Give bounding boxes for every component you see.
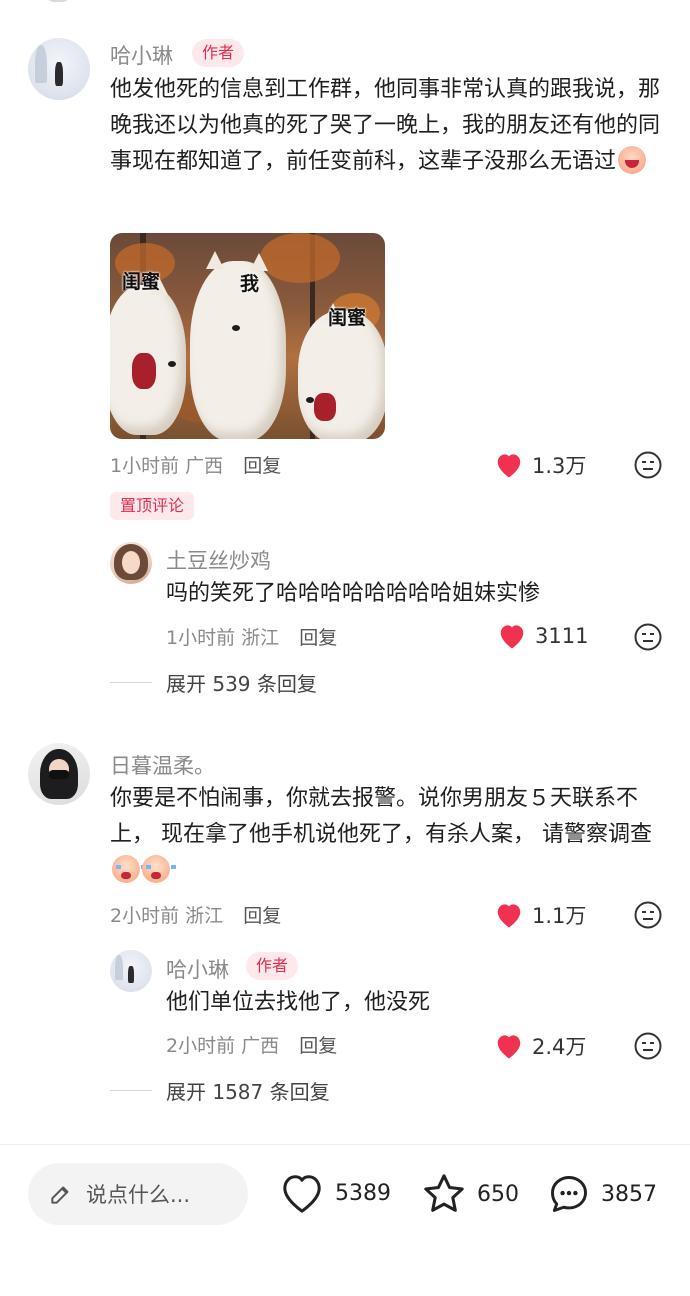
like-count: 1.3万 [532,454,587,478]
comment-meta: 1小时前 广西 回复 [110,451,281,478]
author-badge: 作者 [192,39,245,67]
divider-line [110,682,152,683]
like-post-button[interactable]: 5389 [279,1172,391,1214]
heart-filled-icon [494,451,524,479]
like-button[interactable]: 1.3万 [494,450,586,480]
wolf-middle [190,261,286,439]
bottom-action-bar: 说点什么... 5389 650 3857 [0,1145,690,1296]
favorite-count: 650 [477,1181,519,1207]
pinned-comment-badge: 置顶评论 [110,492,195,520]
reply-location: 浙江 [241,627,280,649]
reply-time: 2小时前 [166,1035,236,1057]
reply-text: 他们单位去找他了，他没死 [166,990,431,1015]
heart-filled-icon [494,901,524,929]
comment-input[interactable]: 说点什么... [28,1163,248,1225]
like-count: 1.1万 [532,904,587,928]
comments-button[interactable]: 3857 [547,1172,657,1216]
like-count: 2.4万 [532,1035,587,1059]
laughing-emoji-icon [618,146,647,174]
author-badge: 作者 [246,952,299,980]
expand-replies-button[interactable]: 展开 1587 条回复 [110,1076,330,1105]
avatar[interactable] [28,743,90,805]
comment-text: 他发他死的信息到工作群，他同事非常认真的跟我说，那晚我还以为他真的死了哭了一晚上… [110,77,661,174]
like-button[interactable]: 2.4万 [494,1031,586,1061]
comment-meta: 2小时前 浙江 回复 [110,901,281,928]
reply-meta: 1小时前 浙江 回复 [166,623,337,650]
reply-button[interactable]: 回复 [299,1035,337,1057]
meme-label: 我 [240,273,260,295]
divider-line [110,1090,152,1091]
more-face-icon[interactable] [633,450,663,480]
reply-button[interactable]: 回复 [243,455,281,477]
more-face-icon[interactable] [633,1031,663,1061]
heart-outline-icon [283,1175,321,1213]
pencil-icon [51,1186,69,1204]
comment-text: 你要是不怕闹事，你就去报警。说你男朋友５天联系不上， 现在拿了他手机说他死了，有… [110,781,666,889]
crying-emoji-icon [142,855,176,883]
like-button[interactable]: 1.1万 [494,900,586,930]
expand-replies-label: 展开 1587 条回复 [166,1080,330,1104]
comment-location: 广西 [185,455,224,477]
wolf-right [298,311,385,439]
more-face-icon[interactable] [633,900,663,930]
crying-emoji-icon [112,855,146,883]
reply-username[interactable]: 哈小琳 [166,954,229,984]
comment-input-placeholder: 说点什么... [86,1183,191,1207]
more-face-icon[interactable] [633,622,663,652]
avatar[interactable] [110,950,152,992]
heart-filled-icon [497,622,527,650]
expand-replies-button[interactable]: 展开 539 条回复 [110,668,317,697]
comment-username[interactable]: 日暮温柔。 [110,750,215,780]
like-count: 3111 [535,624,589,648]
reply-username[interactable]: 土豆丝炒鸡 [166,545,271,575]
reply-text: 吗的笑死了哈哈哈哈哈哈哈哈姐妹实惨 [166,581,541,606]
reply-time: 1小时前 [166,627,236,649]
favorite-button[interactable]: 650 [421,1172,519,1216]
reply-meta: 2小时前 广西 回复 [166,1031,337,1058]
heart-filled-icon [494,1032,524,1060]
reply-button[interactable]: 回复 [299,627,337,649]
comment-image[interactable]: 闺蜜 我 闺蜜 [110,233,385,439]
chat-bubble-icon [551,1176,587,1212]
avatar[interactable] [28,38,90,100]
avatar[interactable] [110,542,152,584]
comment-time: 1小时前 [110,455,180,477]
comment-time: 2小时前 [110,905,180,927]
expand-replies-label: 展开 539 条回复 [166,672,317,696]
comment-username[interactable]: 哈小琳 [110,40,173,70]
reply-button[interactable]: 回复 [243,905,281,927]
previous-avatar-edge [46,0,70,2]
comment-location: 浙江 [185,905,224,927]
star-outline-icon [424,1174,464,1212]
comment-count: 3857 [601,1181,657,1207]
meme-label: 闺蜜 [328,307,367,329]
post-like-count: 5389 [335,1180,391,1206]
meme-label: 闺蜜 [122,271,161,293]
reply-location: 广西 [241,1035,280,1057]
like-button[interactable]: 3111 [497,622,588,650]
